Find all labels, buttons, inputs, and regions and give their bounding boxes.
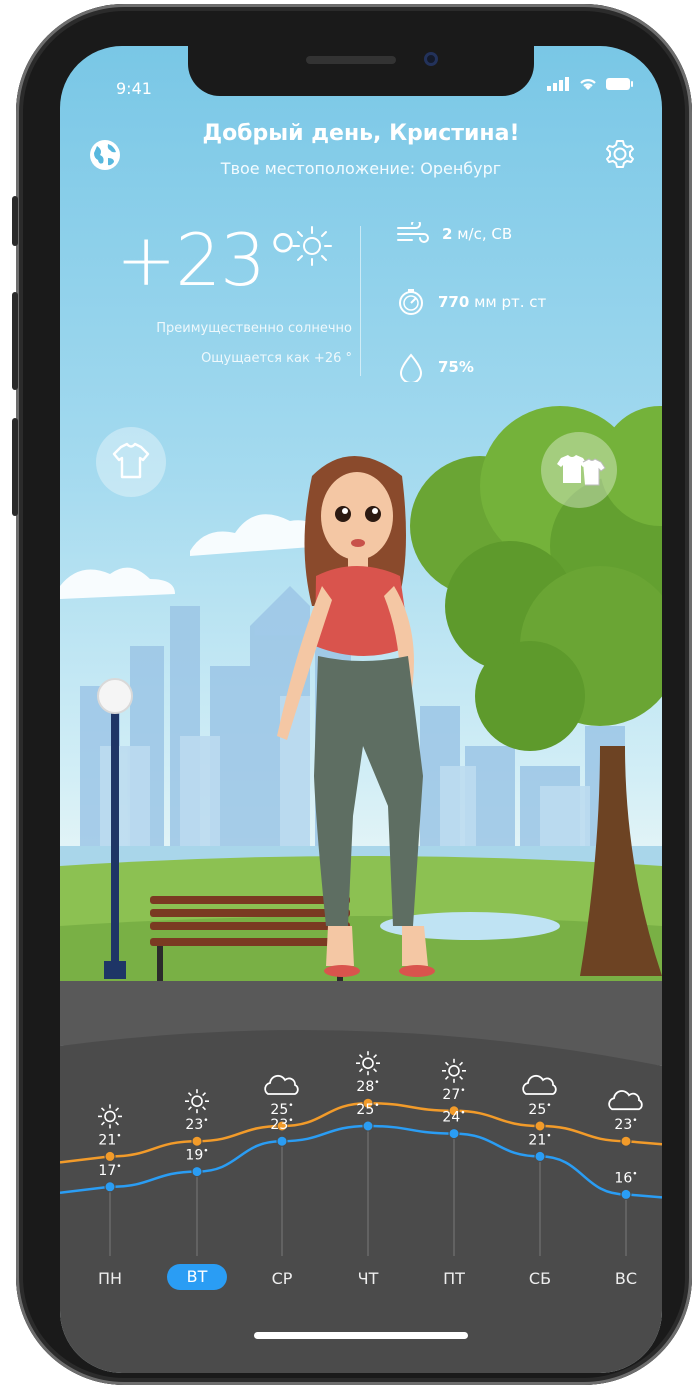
condition-text: Преимущественно солнечно <box>156 321 352 336</box>
day-tab-5[interactable]: ПТ <box>424 1269 484 1288</box>
high-temp-point <box>104 1150 116 1162</box>
day-tab-3[interactable]: СР <box>252 1269 312 1288</box>
wifi-icon <box>580 79 596 90</box>
low-temp-point <box>104 1181 116 1193</box>
low-temp-point <box>448 1128 460 1140</box>
day-tab-1[interactable]: ПН <box>80 1269 140 1288</box>
outfit-button[interactable] <box>96 427 166 497</box>
low-temp-point <box>276 1135 288 1147</box>
status-icons <box>546 77 634 91</box>
pressure-gauge-icon <box>399 289 423 315</box>
cellular-signal-icon <box>547 77 569 91</box>
day-tab-4[interactable]: ЧТ <box>338 1269 398 1288</box>
status-time: 9:41 <box>116 79 152 98</box>
high-temp-point <box>534 1120 546 1132</box>
feels-like-text: Ощущается как +26 ° <box>201 351 352 366</box>
wind-unit: м/с, СВ <box>457 225 513 243</box>
high-temp-point <box>191 1135 203 1147</box>
home-indicator[interactable] <box>254 1332 468 1339</box>
front-camera <box>424 52 438 66</box>
sun-icon <box>292 226 332 266</box>
low-temp-point <box>534 1150 546 1162</box>
day-tab-2[interactable]: ВТ <box>167 1264 227 1290</box>
pressure-metric: 770 мм рт. ст <box>396 287 546 317</box>
app-screen: 21• 17• 23• 19• 25• 23• 28• 25• 27• 24• 25• 21• 23• 1… <box>60 46 662 1373</box>
volume-up-button <box>12 292 18 390</box>
volume-down-button <box>12 418 18 516</box>
notch <box>188 46 534 96</box>
wind-icon <box>397 222 429 243</box>
battery-icon <box>606 78 633 90</box>
wind-value: 2 <box>442 225 453 243</box>
droplet-icon <box>399 353 423 382</box>
low-temp-point <box>191 1166 203 1178</box>
weather-divider <box>360 226 361 376</box>
current-temperature: +23° <box>116 218 301 302</box>
high-temp-point <box>620 1135 632 1147</box>
wardrobe-button[interactable] <box>541 432 617 508</box>
speaker-grille <box>306 56 396 64</box>
location-label: Твое местоположение: Оренбург <box>220 159 502 178</box>
forecast-panel: 21•17•23•19•25•23•28•25•27•24• 25•21•23•1… <box>60 1030 662 1373</box>
gear-icon[interactable] <box>604 138 636 170</box>
humidity-value: 75% <box>438 358 474 376</box>
wardrobe-icon <box>557 455 606 486</box>
humidity-metric: 75% <box>396 352 474 382</box>
pressure-unit: мм рт. ст <box>474 293 547 311</box>
low-temp-point <box>362 1120 374 1132</box>
tshirt-outline-icon <box>112 442 150 479</box>
day-tab-6[interactable]: СБ <box>510 1269 570 1288</box>
pressure-value: 770 <box>438 293 470 311</box>
greeting-title: Добрый день, Кристина! <box>202 121 520 146</box>
day-tab-7[interactable]: ВС <box>596 1269 656 1288</box>
low-temp-point <box>620 1188 632 1200</box>
wind-metric: 2 м/с, СВ <box>396 222 512 246</box>
mute-switch <box>12 196 18 246</box>
